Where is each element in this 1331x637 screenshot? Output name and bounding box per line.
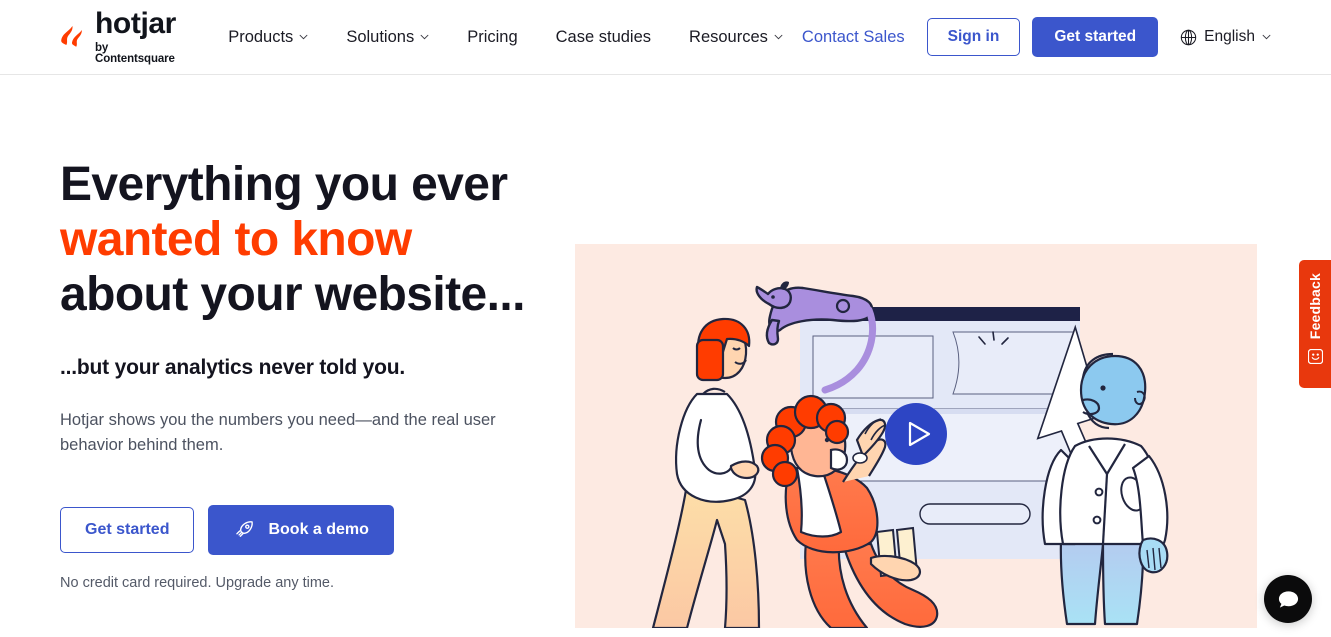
language-selector[interactable]: English bbox=[1180, 28, 1271, 46]
chevron-down-icon bbox=[774, 34, 783, 40]
chevron-down-icon bbox=[1262, 34, 1271, 40]
chevron-down-icon bbox=[420, 34, 429, 40]
get-started-button-header[interactable]: Get started bbox=[1032, 17, 1159, 57]
nav-item-label: Products bbox=[228, 27, 294, 46]
hero-cta-row: Get started Book a demo bbox=[60, 505, 575, 556]
hero-section: Everything you ever wanted to know about… bbox=[0, 75, 1331, 628]
chevron-down-icon bbox=[299, 34, 308, 40]
hero-body-text: Hotjar shows you the numbers you need—an… bbox=[60, 410, 496, 455]
sign-in-button[interactable]: Sign in bbox=[926, 18, 1021, 56]
globe-icon bbox=[1180, 29, 1197, 45]
feedback-tab[interactable]: Feedback bbox=[1299, 260, 1331, 388]
hotjar-flame-logo-icon bbox=[61, 25, 82, 47]
nav-item-case-studies[interactable]: Case studies bbox=[537, 28, 670, 47]
book-a-demo-button[interactable]: Book a demo bbox=[208, 505, 394, 556]
logo-home-link[interactable]: hotjar by Contentsquare bbox=[60, 6, 176, 66]
nav-item-label: Case studies bbox=[555, 27, 652, 46]
logo-text: hotjar by Contentsquare bbox=[95, 6, 176, 66]
nav-item-label: Resources bbox=[689, 27, 768, 46]
nav-item-pricing[interactable]: Pricing bbox=[448, 28, 536, 47]
contact-sales-link[interactable]: Contact Sales bbox=[802, 28, 905, 47]
chat-widget-button[interactable] bbox=[1264, 575, 1312, 623]
nav-item-label: Solutions bbox=[346, 27, 415, 46]
logo-tagline: by Contentsquare bbox=[95, 41, 175, 65]
headline-accent: wanted to know bbox=[60, 213, 412, 267]
feedback-tab-label: Feedback bbox=[1307, 273, 1323, 340]
nav-item-resources[interactable]: Resources bbox=[670, 28, 802, 47]
headline-line1: Everything you ever bbox=[60, 158, 508, 211]
nav-item-products[interactable]: Products bbox=[228, 28, 327, 47]
hero-copy-column: Everything you ever wanted to know about… bbox=[0, 75, 575, 591]
hero-illustration[interactable] bbox=[575, 244, 1257, 628]
logo-wordmark: hotjar bbox=[95, 6, 176, 40]
hero-subheadline: ...but your analytics never told you. bbox=[60, 355, 406, 379]
hero-fineprint: No credit card required. Upgrade any tim… bbox=[60, 575, 335, 592]
get-started-button-hero[interactable]: Get started bbox=[60, 507, 195, 554]
nav-item-solutions[interactable]: Solutions bbox=[327, 28, 448, 47]
smiley-face-icon bbox=[1307, 349, 1323, 365]
rocket-icon bbox=[236, 521, 254, 537]
header-actions: Contact Sales Sign in Get started Englis… bbox=[802, 17, 1331, 57]
language-label: English bbox=[1204, 28, 1255, 45]
main-navigation: Products Solutions Pricing Case studies … bbox=[228, 28, 802, 47]
headline-line2: about your website... bbox=[60, 268, 525, 322]
chat-bubble-icon bbox=[1278, 590, 1298, 608]
play-video-button[interactable] bbox=[885, 403, 947, 465]
book-a-demo-label: Book a demo bbox=[268, 521, 369, 539]
nav-item-label: Pricing bbox=[467, 27, 518, 46]
site-header: hotjar by Contentsquare Products Solutio… bbox=[0, 0, 1331, 75]
page-title: Everything you ever wanted to know about… bbox=[60, 157, 550, 323]
